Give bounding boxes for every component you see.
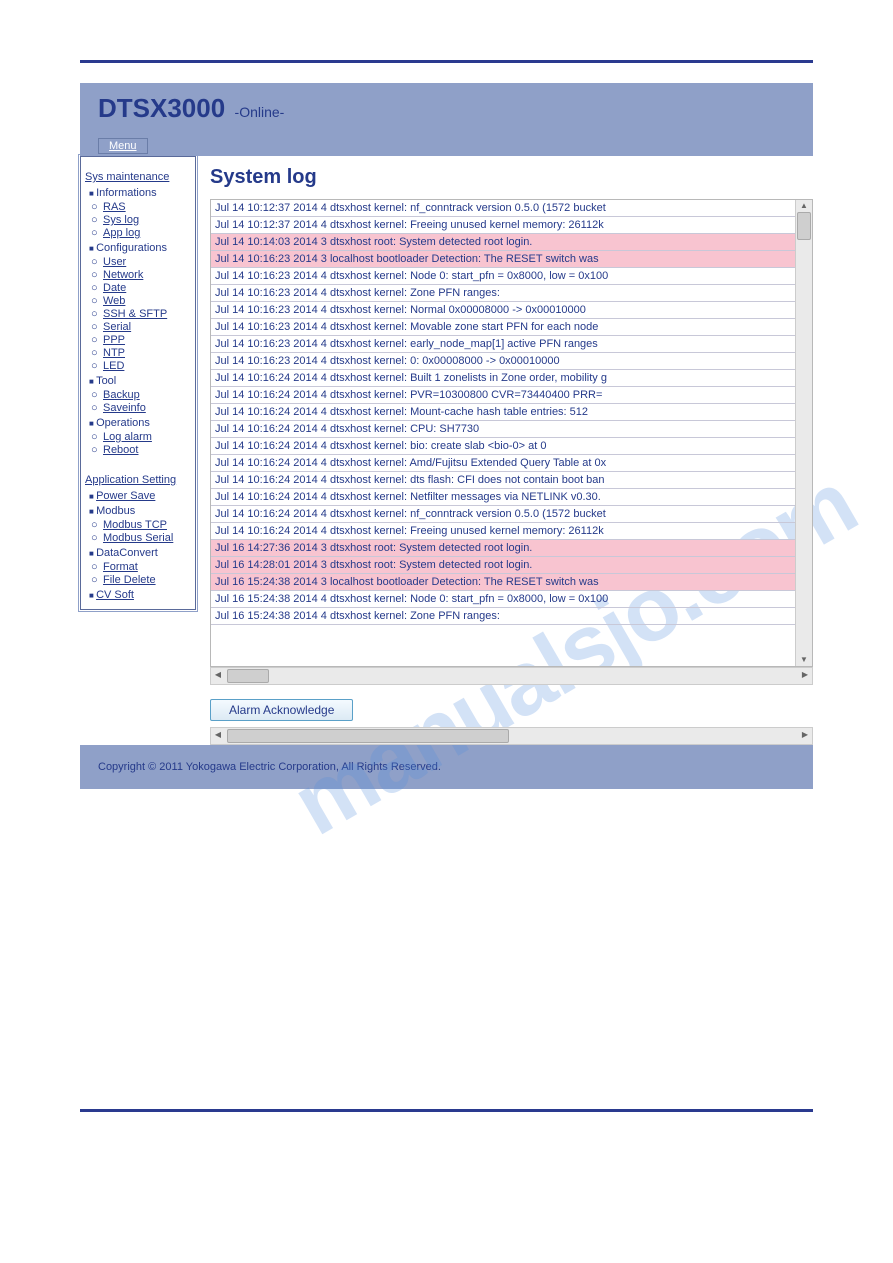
log-row[interactable]: Jul 14 10:16:24 2014 4 dtsxhost kernel: …	[211, 455, 812, 472]
sidebar-item-ssh-sftp[interactable]: SSH & SFTP	[103, 308, 191, 320]
sidebar-section-sys-maintenance[interactable]: Sys maintenance	[85, 171, 191, 183]
sidebar-item-saveinfo[interactable]: Saveinfo	[103, 402, 191, 414]
sidebar-category-tool[interactable]: Tool	[89, 375, 191, 387]
log-row[interactable]: Jul 14 10:16:23 2014 4 dtsxhost kernel: …	[211, 353, 812, 370]
page-horizontal-scrollbar[interactable]: ◀ ▶	[210, 727, 813, 745]
sidebar-item-log-alarm[interactable]: Log alarm	[103, 431, 191, 443]
sidebar-item-modbus-tcp[interactable]: Modbus TCP	[103, 519, 191, 531]
sidebar-item-app-log[interactable]: App log	[103, 227, 191, 239]
app-status: -Online-	[235, 104, 285, 120]
sidebar-section-application-setting[interactable]: Application Setting	[85, 474, 191, 486]
sidebar-category-operations[interactable]: Operations	[89, 417, 191, 429]
top-rule	[80, 60, 813, 63]
log-horizontal-scrollbar[interactable]: ◀ ▶	[210, 667, 813, 685]
scroll-right-icon[interactable]: ▶	[798, 728, 812, 744]
log-row[interactable]: Jul 14 10:16:23 2014 4 dtsxhost kernel: …	[211, 268, 812, 285]
sidebar-item-file-delete[interactable]: File Delete	[103, 574, 191, 586]
log-row[interactable]: Jul 14 10:16:24 2014 4 dtsxhost kernel: …	[211, 506, 812, 523]
sidebar-category-dataconvert[interactable]: DataConvert	[89, 547, 191, 559]
log-row[interactable]: Jul 14 10:16:24 2014 4 dtsxhost kernel: …	[211, 370, 812, 387]
scroll-thumb-h2[interactable]	[227, 729, 509, 743]
scroll-down-icon[interactable]: ▼	[796, 654, 812, 666]
scroll-left-icon[interactable]: ◀	[211, 728, 225, 744]
scroll-right-icon[interactable]: ▶	[798, 668, 812, 684]
alarm-acknowledge-button[interactable]: Alarm Acknowledge	[210, 699, 353, 721]
scroll-left-icon[interactable]: ◀	[211, 668, 225, 684]
log-row[interactable]: Jul 14 10:16:24 2014 4 dtsxhost kernel: …	[211, 387, 812, 404]
app-title: DTSX3000	[98, 93, 225, 124]
sidebar-item-ppp[interactable]: PPP	[103, 334, 191, 346]
log-row[interactable]: Jul 14 10:16:24 2014 4 dtsxhost kernel: …	[211, 472, 812, 489]
main-panel: System log Jul 14 10:12:37 2014 4 dtsxho…	[196, 156, 813, 745]
bottom-rule	[80, 1109, 813, 1112]
log-row[interactable]: Jul 14 10:16:24 2014 4 dtsxhost kernel: …	[211, 489, 812, 506]
log-row[interactable]: Jul 14 10:16:23 2014 4 dtsxhost kernel: …	[211, 302, 812, 319]
log-row[interactable]: Jul 16 15:24:38 2014 4 dtsxhost kernel: …	[211, 591, 812, 608]
scroll-up-icon[interactable]: ▲	[796, 200, 812, 212]
sidebar-item-date[interactable]: Date	[103, 282, 191, 294]
log-row[interactable]: Jul 14 10:16:24 2014 4 dtsxhost kernel: …	[211, 523, 812, 540]
log-row[interactable]: Jul 14 10:16:23 2014 4 dtsxhost kernel: …	[211, 336, 812, 353]
log-row[interactable]: Jul 14 10:16:24 2014 4 dtsxhost kernel: …	[211, 404, 812, 421]
sidebar-category-modbus[interactable]: Modbus	[89, 505, 191, 517]
log-row[interactable]: Jul 14 10:14:03 2014 3 dtsxhost root: Sy…	[211, 234, 812, 251]
sidebar-item-ras[interactable]: RAS	[103, 201, 191, 213]
sidebar: Sys maintenance InformationsRASSys logAp…	[80, 156, 196, 610]
log-row[interactable]: Jul 14 10:12:37 2014 4 dtsxhost kernel: …	[211, 200, 812, 217]
log-row[interactable]: Jul 14 10:16:23 2014 3 localhost bootloa…	[211, 251, 812, 268]
app-header: DTSX3000 -Online- Menu	[80, 83, 813, 156]
sidebar-category-power-save[interactable]: Power Save	[89, 490, 191, 502]
sidebar-item-sys-log[interactable]: Sys log	[103, 214, 191, 226]
sidebar-item-led[interactable]: LED	[103, 360, 191, 372]
log-row[interactable]: Jul 16 15:24:38 2014 3 localhost bootloa…	[211, 574, 812, 591]
sidebar-item-serial[interactable]: Serial	[103, 321, 191, 333]
copyright: Copyright © 2011 Yokogawa Electric Corpo…	[98, 761, 441, 773]
vertical-scrollbar[interactable]: ▲ ▼	[795, 200, 812, 666]
footer: Copyright © 2011 Yokogawa Electric Corpo…	[80, 745, 813, 789]
log-row[interactable]: Jul 16 15:24:38 2014 4 dtsxhost kernel: …	[211, 608, 812, 625]
log-row[interactable]: Jul 16 14:27:36 2014 3 dtsxhost root: Sy…	[211, 540, 812, 557]
log-list[interactable]: Jul 14 10:12:37 2014 4 dtsxhost kernel: …	[210, 199, 813, 667]
sidebar-category-cv-soft[interactable]: CV Soft	[89, 589, 191, 601]
log-row[interactable]: Jul 14 10:16:24 2014 4 dtsxhost kernel: …	[211, 421, 812, 438]
scroll-thumb-h[interactable]	[227, 669, 269, 683]
log-row[interactable]: Jul 16 14:28:01 2014 3 dtsxhost root: Sy…	[211, 557, 812, 574]
sidebar-item-user[interactable]: User	[103, 256, 191, 268]
sidebar-item-ntp[interactable]: NTP	[103, 347, 191, 359]
sidebar-category-informations[interactable]: Informations	[89, 187, 191, 199]
sidebar-item-web[interactable]: Web	[103, 295, 191, 307]
page-title: System log	[210, 166, 813, 189]
sidebar-item-modbus-serial[interactable]: Modbus Serial	[103, 532, 191, 544]
sidebar-item-network[interactable]: Network	[103, 269, 191, 281]
sidebar-item-backup[interactable]: Backup	[103, 389, 191, 401]
sidebar-category-configurations[interactable]: Configurations	[89, 242, 191, 254]
sidebar-item-format[interactable]: Format	[103, 561, 191, 573]
log-row[interactable]: Jul 14 10:12:37 2014 4 dtsxhost kernel: …	[211, 217, 812, 234]
log-row[interactable]: Jul 14 10:16:23 2014 4 dtsxhost kernel: …	[211, 319, 812, 336]
log-row[interactable]: Jul 14 10:16:24 2014 4 dtsxhost kernel: …	[211, 438, 812, 455]
sidebar-item-reboot[interactable]: Reboot	[103, 444, 191, 456]
log-row[interactable]: Jul 14 10:16:23 2014 4 dtsxhost kernel: …	[211, 285, 812, 302]
scroll-thumb[interactable]	[797, 212, 811, 240]
menu-button[interactable]: Menu	[98, 138, 148, 154]
